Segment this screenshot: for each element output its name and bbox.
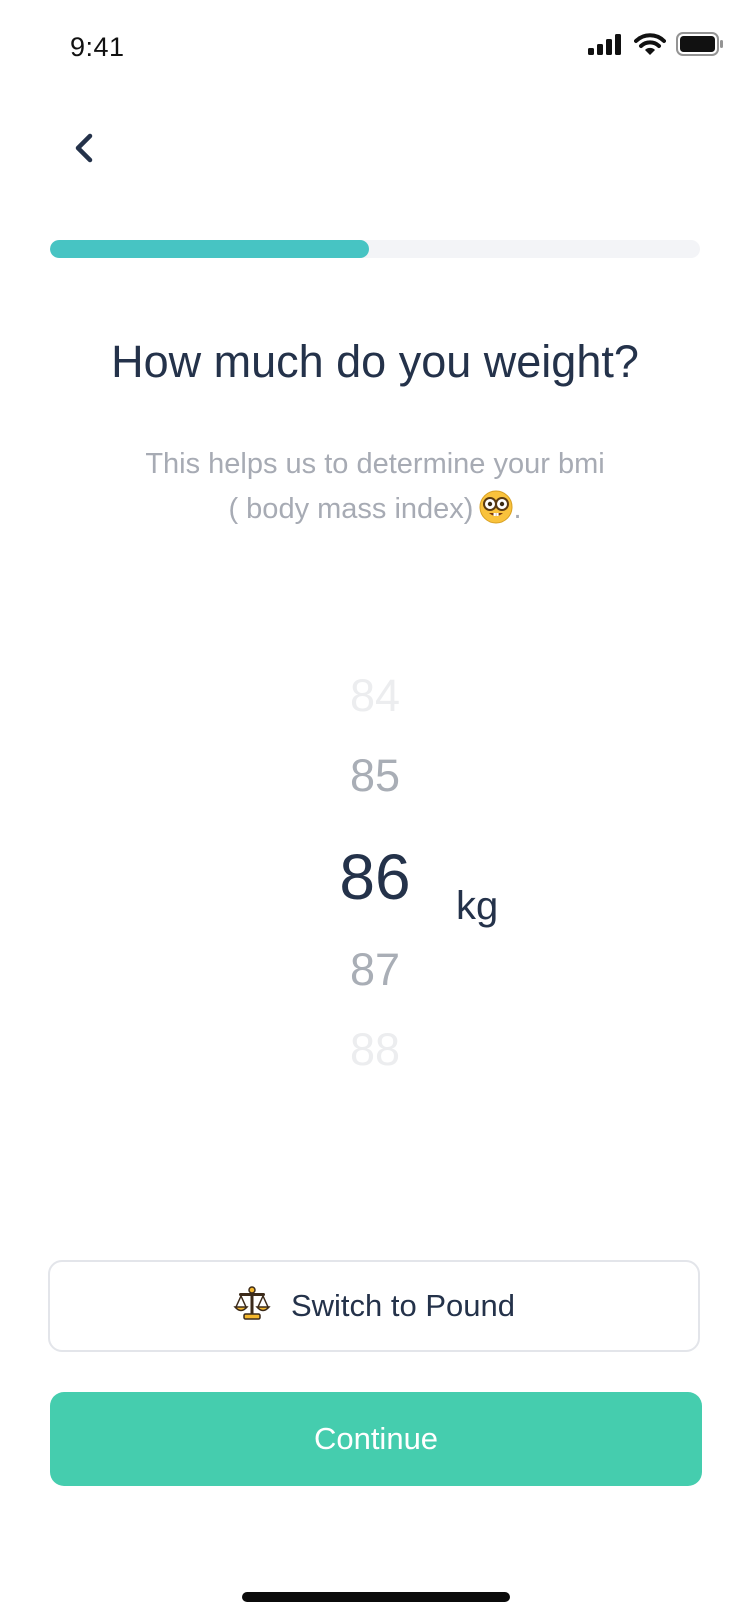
switch-unit-label: Switch to Pound xyxy=(290,1288,516,1323)
status-icons xyxy=(588,31,724,61)
subtitle-line-2: ( body mass index) . xyxy=(100,487,650,538)
picker-option[interactable]: 84 xyxy=(0,670,750,722)
subtitle-line-1: This helps us to determine your bmi xyxy=(145,448,605,480)
picker-option[interactable]: 85 xyxy=(0,750,750,802)
back-button[interactable] xyxy=(56,122,112,178)
subtitle-line-2-suffix: . xyxy=(513,493,522,525)
weight-picker[interactable]: 84 85 86 87 88 xyxy=(0,660,750,1120)
progress-bar xyxy=(50,240,700,258)
status-time: 9:41 xyxy=(70,32,125,62)
picker-selected-value[interactable]: 86 xyxy=(0,840,750,914)
page-title: How much do you weight? xyxy=(111,336,639,387)
subtitle-line-2-text: ( body mass index) xyxy=(228,493,474,525)
unit-label: kg xyxy=(456,884,499,928)
continue-button[interactable]: Continue xyxy=(50,1392,702,1486)
wifi-icon xyxy=(634,32,666,61)
balance-scale-icon xyxy=(233,1285,271,1328)
chevron-left-icon xyxy=(70,133,98,168)
cellular-signal-icon xyxy=(588,33,624,60)
picker-option[interactable]: 88 xyxy=(0,1024,750,1076)
continue-label: Continue xyxy=(313,1421,439,1456)
battery-icon xyxy=(676,31,724,61)
home-indicator xyxy=(242,1592,510,1602)
page-subtitle: This helps us to determine your bmi ( bo… xyxy=(100,442,650,538)
status-bar: 9:41 xyxy=(0,0,750,96)
nerd-face-emoji-icon xyxy=(479,490,513,538)
picker-option[interactable]: 87 xyxy=(0,944,750,996)
progress-fill xyxy=(50,240,369,258)
switch-unit-button[interactable]: Switch to Pound xyxy=(48,1260,700,1352)
